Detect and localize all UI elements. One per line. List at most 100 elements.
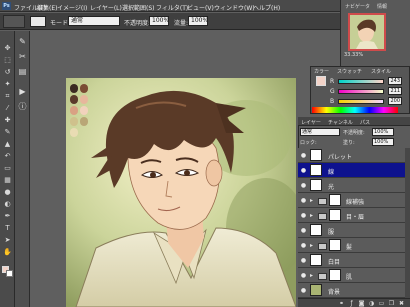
red-value[interactable]: 243 — [388, 77, 402, 85]
history-brush-tool-icon[interactable]: ↶ — [2, 151, 13, 161]
layer-mask-thumbnail[interactable] — [329, 209, 341, 221]
layer-row[interactable]: ● 服 — [298, 223, 410, 238]
brush-tool-icon[interactable]: ✎ — [2, 127, 13, 137]
menu-edit[interactable]: 編集(E) — [37, 3, 57, 12]
tab-navigator[interactable]: ナビゲータ — [345, 3, 370, 10]
layer-row[interactable]: ● パレット — [298, 148, 410, 163]
navigator-thumbnail[interactable] — [348, 13, 386, 51]
adjustment-layer-icon[interactable]: ◑ — [368, 300, 375, 307]
lasso-tool-icon[interactable]: ↺ — [2, 67, 13, 77]
layer-thumbnail[interactable] — [310, 224, 322, 236]
layer-name[interactable]: 線補強 — [346, 197, 364, 206]
layer-row[interactable]: ● ▸ 線補強 — [298, 193, 410, 208]
green-value[interactable]: 211 — [388, 87, 402, 95]
menu-select[interactable]: 選択範囲(S) — [122, 3, 155, 12]
layer-name[interactable]: 光 — [328, 182, 334, 191]
layer-style-icon[interactable]: ƒ — [348, 300, 355, 307]
group-expand-icon[interactable]: ▸ — [310, 197, 313, 204]
marquee-tool-icon[interactable]: ⬚ — [2, 55, 13, 65]
layer-thumbnail[interactable] — [310, 149, 322, 161]
crop-tool-icon[interactable]: ⌗ — [2, 91, 13, 101]
layer-name[interactable]: 髪 — [346, 242, 352, 251]
visibility-eye-icon[interactable]: ● — [300, 288, 307, 294]
layer-row[interactable]: ● ▸ 髪 — [298, 238, 410, 253]
fill-input[interactable]: 100% — [372, 138, 394, 146]
tab-swatches[interactable]: スウォッチ — [337, 68, 362, 75]
add-mask-icon[interactable]: ◙ — [358, 300, 365, 307]
tab-layers[interactable]: レイヤー — [301, 119, 321, 126]
info-icon[interactable]: ⓘ — [17, 102, 28, 112]
menu-image[interactable]: イメージ(I) — [57, 3, 87, 12]
red-slider[interactable] — [338, 79, 384, 84]
magic-wand-tool-icon[interactable]: ✦ — [2, 79, 13, 89]
mode-select[interactable]: 通常 — [68, 16, 120, 26]
layer-name[interactable]: 白目 — [328, 257, 340, 266]
clone-source-icon[interactable]: ✂ — [17, 52, 28, 62]
path-selection-tool-icon[interactable]: ➤ — [2, 235, 13, 245]
actions-icon[interactable]: ▶ — [17, 87, 28, 97]
layer-opacity-input[interactable]: 100% — [372, 128, 394, 136]
group-expand-icon[interactable]: ▸ — [310, 212, 313, 219]
layer-row[interactable]: ● ▸ 目・眉 — [298, 208, 410, 223]
eraser-tool-icon[interactable]: ▭ — [2, 163, 13, 173]
history-icon[interactable]: ▤ — [17, 67, 28, 77]
layer-mask-thumbnail[interactable] — [329, 269, 341, 281]
visibility-eye-icon[interactable]: ● — [300, 228, 307, 234]
visibility-eye-icon[interactable]: ● — [300, 153, 307, 159]
move-tool-icon[interactable]: ✥ — [2, 43, 13, 53]
background-color-swatch[interactable] — [6, 270, 13, 277]
gradient-tool-icon[interactable]: ▦ — [2, 175, 13, 185]
color-spectrum-bar[interactable] — [312, 107, 398, 113]
menu-help[interactable]: ヘルプ(H) — [253, 3, 280, 12]
layer-thumbnail[interactable] — [310, 179, 322, 191]
layer-name[interactable]: 服 — [328, 227, 334, 236]
blue-value[interactable]: 200 — [388, 97, 402, 105]
layer-thumbnail[interactable] — [310, 164, 322, 176]
layer-row[interactable]: ● 線 — [298, 163, 410, 178]
layer-row[interactable]: ● 背景 — [298, 283, 410, 298]
tab-paths[interactable]: パス — [360, 119, 370, 126]
dodge-tool-icon[interactable]: ◐ — [2, 199, 13, 209]
clone-stamp-tool-icon[interactable]: ▲ — [2, 139, 13, 149]
layer-row[interactable]: ● ▸ 肌 — [298, 268, 410, 283]
new-layer-icon[interactable]: ❐ — [388, 300, 395, 307]
layer-thumbnail[interactable] — [310, 254, 322, 266]
group-expand-icon[interactable]: ▸ — [310, 272, 313, 279]
layer-name[interactable]: 肌 — [346, 272, 352, 281]
trash-icon[interactable]: ✖ — [398, 300, 405, 307]
layer-name[interactable]: パレット — [328, 152, 352, 161]
visibility-eye-icon[interactable]: ● — [300, 213, 307, 219]
layer-name[interactable]: 線 — [328, 167, 334, 176]
menu-view[interactable]: ビュー(V) — [187, 3, 214, 12]
brush-panel-icon[interactable]: ✎ — [17, 37, 28, 47]
link-layers-icon[interactable]: ⚭ — [338, 300, 345, 307]
brush-preset-picker[interactable] — [30, 16, 46, 27]
visibility-eye-icon[interactable]: ● — [300, 258, 307, 264]
healing-brush-tool-icon[interactable]: ✚ — [2, 115, 13, 125]
layer-name[interactable]: 背景 — [328, 287, 340, 296]
blue-slider[interactable] — [338, 99, 384, 104]
visibility-eye-icon[interactable]: ● — [300, 168, 307, 174]
tab-channels[interactable]: チャンネル — [328, 119, 353, 126]
navigator-zoom[interactable]: 33.33% — [344, 52, 363, 58]
eyedropper-tool-icon[interactable]: ⁄ — [2, 103, 13, 113]
visibility-eye-icon[interactable]: ● — [300, 273, 307, 279]
opacity-input[interactable]: 100% — [149, 16, 169, 26]
visibility-eye-icon[interactable]: ● — [300, 243, 307, 249]
layer-name[interactable]: 目・眉 — [346, 212, 364, 221]
photoshop-logo[interactable]: Ps — [2, 2, 11, 10]
tab-color[interactable]: カラー — [314, 68, 329, 75]
flow-input[interactable]: 100% — [188, 16, 208, 26]
tab-info[interactable]: 情報 — [377, 3, 387, 10]
hand-tool-icon[interactable]: ✋ — [2, 247, 13, 257]
color-preview[interactable] — [316, 76, 326, 86]
menu-layer[interactable]: レイヤー(L) — [90, 3, 122, 12]
type-tool-icon[interactable]: T — [2, 223, 13, 233]
layer-mask-thumbnail[interactable] — [329, 239, 341, 251]
group-expand-icon[interactable]: ▸ — [310, 242, 313, 249]
layer-row[interactable]: ● 白目 — [298, 253, 410, 268]
blur-tool-icon[interactable]: ● — [2, 187, 13, 197]
layers-scrollbar[interactable] — [405, 148, 410, 298]
tool-preset-picker[interactable] — [3, 15, 25, 28]
layer-row[interactable]: ● 光 — [298, 178, 410, 193]
